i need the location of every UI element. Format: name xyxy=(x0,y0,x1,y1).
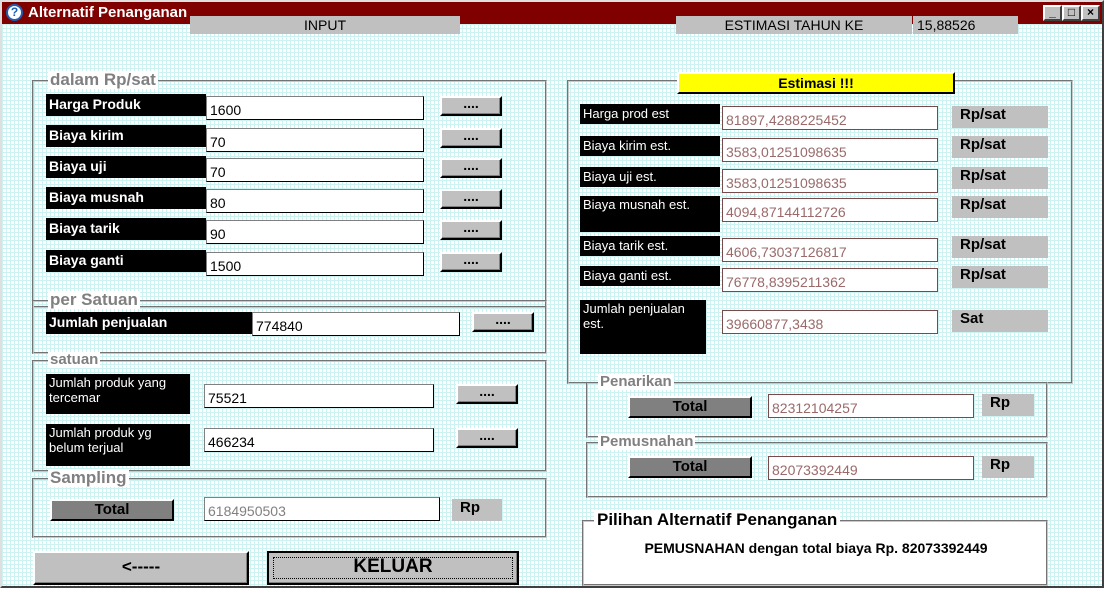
pemusnahan-total-output: 82073392449 xyxy=(768,456,974,480)
pemusnahan-unit: Rp xyxy=(982,456,1034,478)
estimasi-title: Estimasi !!! xyxy=(677,72,955,94)
produk-tercemar-input[interactable]: 75521 xyxy=(204,384,434,408)
biaya-musnah-label: Biaya musnah xyxy=(46,187,206,209)
penarikan-total-button[interactable]: Total xyxy=(628,396,752,418)
produk-tercemar-button[interactable]: .... xyxy=(456,384,518,404)
biaya-tarik-input[interactable]: 90 xyxy=(206,220,424,244)
harga-prod-est-unit: Rp/sat xyxy=(952,106,1048,128)
biaya-musnah-est-output: 4094,87144112726 xyxy=(722,198,938,222)
biaya-tarik-button[interactable]: .... xyxy=(440,220,502,240)
biaya-musnah-button[interactable]: .... xyxy=(440,189,502,209)
produk-tercemar-label: Jumlah produk yang tercemar xyxy=(46,374,190,414)
biaya-kirim-button[interactable]: .... xyxy=(440,128,502,148)
produk-belum-terjual-button[interactable]: .... xyxy=(456,428,518,448)
biaya-ganti-input[interactable]: 1500 xyxy=(206,252,424,276)
biaya-uji-est-unit: Rp/sat xyxy=(952,167,1048,189)
sampling-unit: Rp xyxy=(452,499,502,521)
jumlah-penjualan-label: Jumlah penjualan xyxy=(46,312,252,334)
biaya-musnah-input[interactable]: 80 xyxy=(206,189,424,213)
biaya-ganti-est-label: Biaya ganti est. xyxy=(580,266,720,286)
biaya-tarik-est-unit: Rp/sat xyxy=(952,236,1048,258)
produk-belum-terjual-input[interactable]: 466234 xyxy=(204,428,434,452)
biaya-uji-est-label: Biaya uji est. xyxy=(580,167,720,187)
sampling-total-button[interactable]: Total xyxy=(50,499,174,521)
window-title: Alternatif Penanganan xyxy=(28,4,188,21)
estimasi-tahun-label: ESTIMASI TAHUN KE xyxy=(676,16,912,34)
per-satuan-legend: per Satuan xyxy=(48,290,140,309)
jumlah-penjualan-input[interactable]: 774840 xyxy=(252,312,460,336)
harga-prod-est-label: Harga prod est xyxy=(580,104,720,124)
close-button[interactable]: × xyxy=(1081,5,1100,21)
biaya-kirim-est-label: Biaya kirim est. xyxy=(580,136,720,156)
penarikan-legend: Penarikan xyxy=(598,373,674,390)
biaya-tarik-est-output: 4606,73037126817 xyxy=(722,238,938,262)
sampling-total-output: 6184950503 xyxy=(204,497,440,521)
biaya-ganti-est-unit: Rp/sat xyxy=(952,266,1048,288)
input-header: INPUT xyxy=(190,16,460,34)
penarikan-total-output: 82312104257 xyxy=(768,394,974,418)
maximize-button[interactable]: □ xyxy=(1062,5,1081,21)
form-client-area: INPUT ESTIMASI TAHUN KE 15,88526 dalam R… xyxy=(2,16,1102,586)
rp-sat-legend: dalam Rp/sat xyxy=(48,70,158,89)
biaya-tarik-label: Biaya tarik xyxy=(46,218,206,240)
biaya-uji-est-output: 3583,01251098635 xyxy=(722,169,938,193)
satuan-legend: satuan xyxy=(48,351,101,368)
harga-produk-label: Harga Produk xyxy=(46,94,206,116)
biaya-uji-button[interactable]: .... xyxy=(440,158,502,178)
biaya-musnah-est-label: Biaya musnah est. xyxy=(580,196,720,232)
biaya-kirim-input[interactable]: 70 xyxy=(206,128,424,152)
pemusnahan-total-button[interactable]: Total xyxy=(628,456,752,478)
back-button[interactable]: <----- xyxy=(33,551,249,585)
pemusnahan-legend: Pemusnahan xyxy=(598,433,696,450)
biaya-uji-label: Biaya uji xyxy=(46,156,206,178)
jumlah-penjualan-button[interactable]: .... xyxy=(472,312,534,332)
biaya-ganti-label: Biaya ganti xyxy=(46,250,206,272)
harga-prod-est-output: 81897,4288225452 xyxy=(722,106,938,130)
app-window: ? Alternatif Penanganan _ □ × INPUT ESTI… xyxy=(0,0,1104,588)
help-icon: ? xyxy=(6,4,23,21)
pilihan-legend: Pilihan Alternatif Penanganan xyxy=(594,510,841,530)
produk-belum-terjual-label: Jumlah produk yg belum terjual xyxy=(46,424,190,466)
biaya-tarik-est-label: Biaya tarik est. xyxy=(580,236,720,256)
keluar-button[interactable]: KELUAR xyxy=(267,551,519,585)
sampling-legend: Sampling xyxy=(48,468,129,487)
biaya-uji-input[interactable]: 70 xyxy=(206,158,424,182)
biaya-kirim-label: Biaya kirim xyxy=(46,125,206,147)
jumlah-penjualan-est-label: Jumlah penjualan est. xyxy=(580,300,706,354)
jumlah-penjualan-est-output: 39660877,3438 xyxy=(722,310,938,334)
biaya-musnah-est-unit: Rp/sat xyxy=(952,196,1048,218)
pilihan-result-text: PEMUSNAHAN dengan total biaya Rp. 820733… xyxy=(644,540,988,556)
harga-produk-input[interactable]: 1600 xyxy=(206,96,424,120)
biaya-ganti-button[interactable]: .... xyxy=(440,252,502,272)
biaya-kirim-est-unit: Rp/sat xyxy=(952,136,1048,158)
jumlah-penjualan-est-unit: Sat xyxy=(952,310,1048,332)
harga-produk-button[interactable]: .... xyxy=(440,96,502,116)
biaya-kirim-est-output: 3583,01251098635 xyxy=(722,138,938,162)
penarikan-unit: Rp xyxy=(982,394,1034,416)
minimize-button[interactable]: _ xyxy=(1043,5,1062,21)
estimasi-tahun-value: 15,88526 xyxy=(913,16,1018,34)
biaya-ganti-est-output: 76778,8395211362 xyxy=(722,268,938,292)
